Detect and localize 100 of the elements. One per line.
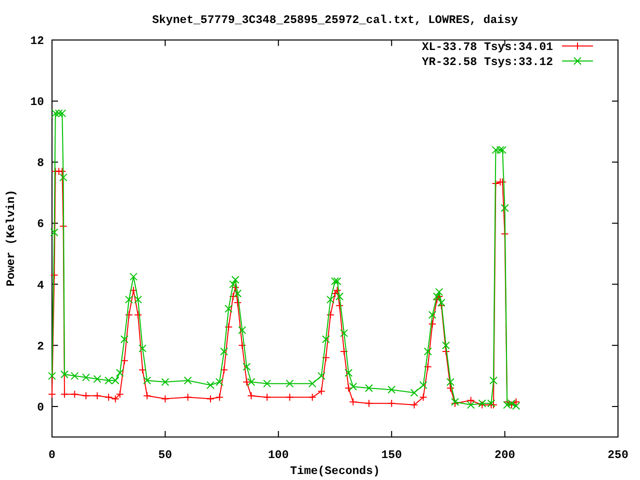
data-point (216, 378, 224, 386)
data-point (220, 366, 228, 374)
data-point (54, 109, 63, 118)
x-axis-label: Time(Seconds) (290, 465, 380, 478)
data-point (93, 374, 102, 383)
data-point (489, 376, 498, 384)
data-point (51, 109, 60, 118)
data-point (134, 310, 142, 319)
data-point (50, 271, 58, 280)
data-point (500, 204, 509, 212)
x-tick-label: 0 (48, 449, 56, 462)
data-point (130, 272, 138, 281)
data-point (437, 298, 446, 307)
data-point (326, 296, 334, 304)
data-point (340, 329, 348, 338)
data-point (161, 378, 170, 386)
data-point (58, 167, 66, 176)
data-point (48, 390, 56, 398)
data-point (111, 394, 120, 403)
data-point (58, 109, 66, 118)
data-point (143, 376, 152, 384)
data-point (364, 399, 373, 408)
data-point (60, 370, 68, 378)
y-tick-label: 6 (37, 218, 44, 232)
data-point (82, 392, 90, 400)
data-point (446, 384, 454, 392)
legend-label: XL-33.78 Tsys:34.01 (422, 41, 553, 54)
data-point (308, 380, 316, 388)
data-point (496, 146, 504, 154)
data-point (424, 362, 432, 371)
data-point (229, 292, 238, 301)
data-point (489, 400, 498, 409)
data-point (326, 310, 334, 319)
data-point (512, 398, 520, 406)
x-tick-label: 100 (268, 449, 289, 462)
x-tick-label: 200 (494, 449, 516, 462)
x-tick-label: 50 (158, 449, 172, 462)
data-point (340, 348, 348, 356)
data-point (138, 366, 147, 374)
data-point (344, 384, 353, 392)
data-point (466, 400, 475, 409)
data-point (317, 387, 326, 396)
data-point (492, 146, 500, 154)
data-point (344, 368, 353, 377)
data-point (263, 380, 272, 388)
y-tick-label: 10 (30, 96, 44, 110)
data-point (410, 400, 418, 409)
data-point (124, 310, 133, 319)
data-point (242, 378, 251, 386)
data-point (220, 348, 228, 356)
data-point (238, 326, 246, 334)
x-tick-label: 250 (608, 449, 628, 462)
data-point (216, 393, 224, 402)
data-point (242, 362, 251, 371)
chart-title: Skynet_57779_3C348_25895_25972_cal.txt, LOWRES, daisy (152, 14, 518, 27)
data-point (138, 344, 147, 352)
data-point (161, 394, 170, 403)
data-point (286, 380, 294, 388)
data-point (247, 378, 256, 386)
data-point (116, 390, 124, 398)
data-point (48, 372, 56, 380)
data-point (432, 296, 441, 304)
data-point (286, 393, 294, 402)
y-tick-label: 4 (37, 279, 44, 292)
y-tick-label: 12 (30, 35, 44, 48)
y-tick-label: 8 (37, 157, 44, 170)
y-axis-label: Power (Kelvin) (5, 190, 18, 286)
data-point (364, 384, 373, 392)
data-point (503, 400, 512, 409)
data-point (224, 323, 233, 332)
data-point (70, 390, 79, 398)
data-point (349, 382, 358, 391)
data-point (388, 399, 396, 408)
data-point (231, 276, 240, 284)
data-point (231, 283, 240, 292)
data-point (184, 376, 192, 384)
data-point (512, 402, 520, 410)
y-tick-label: 0 (37, 401, 44, 414)
data-point (317, 372, 326, 380)
data-point (120, 356, 128, 365)
y-tick-label: 2 (37, 340, 44, 354)
data-point (388, 386, 396, 394)
data-point (336, 292, 344, 301)
data-point (234, 289, 242, 298)
data-point (466, 396, 475, 404)
data-point (349, 398, 358, 406)
legend-label: YR-32.58 Tsys:33.12 (422, 56, 553, 69)
x-tick-label: 150 (381, 449, 402, 462)
data-point (120, 335, 128, 344)
data-point (134, 296, 142, 304)
data-point (410, 388, 418, 397)
data-point (322, 335, 330, 344)
data-point (435, 292, 444, 301)
data-point (116, 368, 124, 377)
data-point (336, 302, 344, 310)
data-point (263, 393, 272, 402)
data-point (419, 381, 428, 390)
data-point (93, 392, 102, 400)
data-point (446, 378, 454, 386)
data-point (308, 393, 316, 402)
